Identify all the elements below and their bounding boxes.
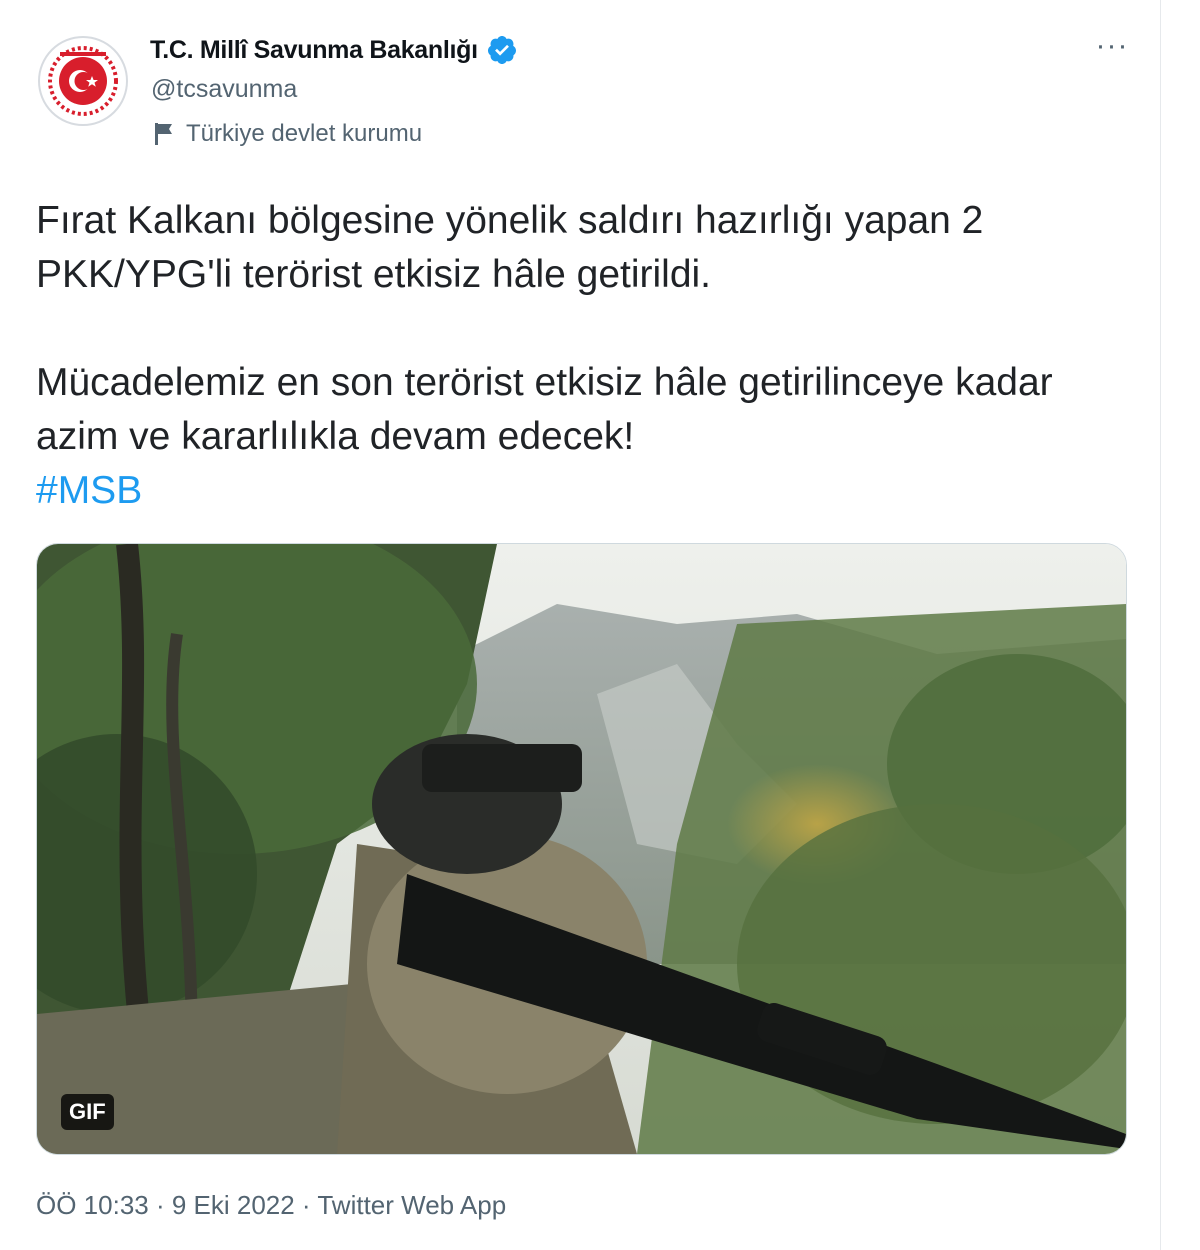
tweet-timestamp[interactable]: ÖÖ 10:33 · 9 Eki 2022 · Twitter Web App [36, 1190, 506, 1221]
hashtag-link[interactable]: #MSB [36, 464, 1126, 518]
affiliation-text: Türkiye devlet kurumu [186, 120, 423, 147]
author-name[interactable]: T.C. Millî Savunma Bakanlığı [150, 36, 478, 65]
affiliation-label: Türkiye devlet kurumu [152, 120, 422, 148]
ministry-emblem-logo [42, 40, 124, 122]
tweet-paragraph-1: Fırat Kalkanı bölgesine yönelik saldırı … [36, 199, 984, 296]
tweet-card: T.C. Millî Savunma Bakanlığı @tcsavunma … [0, 0, 1161, 1250]
gif-preview-image [37, 544, 1126, 1154]
tweet-text: Fırat Kalkanı bölgesine yönelik saldırı … [36, 194, 1126, 518]
author-name-row[interactable]: T.C. Millî Savunma Bakanlığı [150, 34, 518, 66]
tweet-paragraph-2: Mücadelemiz en son terörist etkisiz hâle… [36, 361, 1053, 458]
author-handle[interactable]: @tcsavunma [151, 75, 297, 104]
more-options-icon[interactable]: ··· [1092, 26, 1132, 66]
tweet-media-gif[interactable]: GIF [36, 543, 1127, 1155]
gif-badge: GIF [61, 1094, 114, 1130]
avatar[interactable] [38, 36, 128, 126]
flag-icon [155, 123, 172, 145]
verified-badge-icon [487, 36, 516, 64]
